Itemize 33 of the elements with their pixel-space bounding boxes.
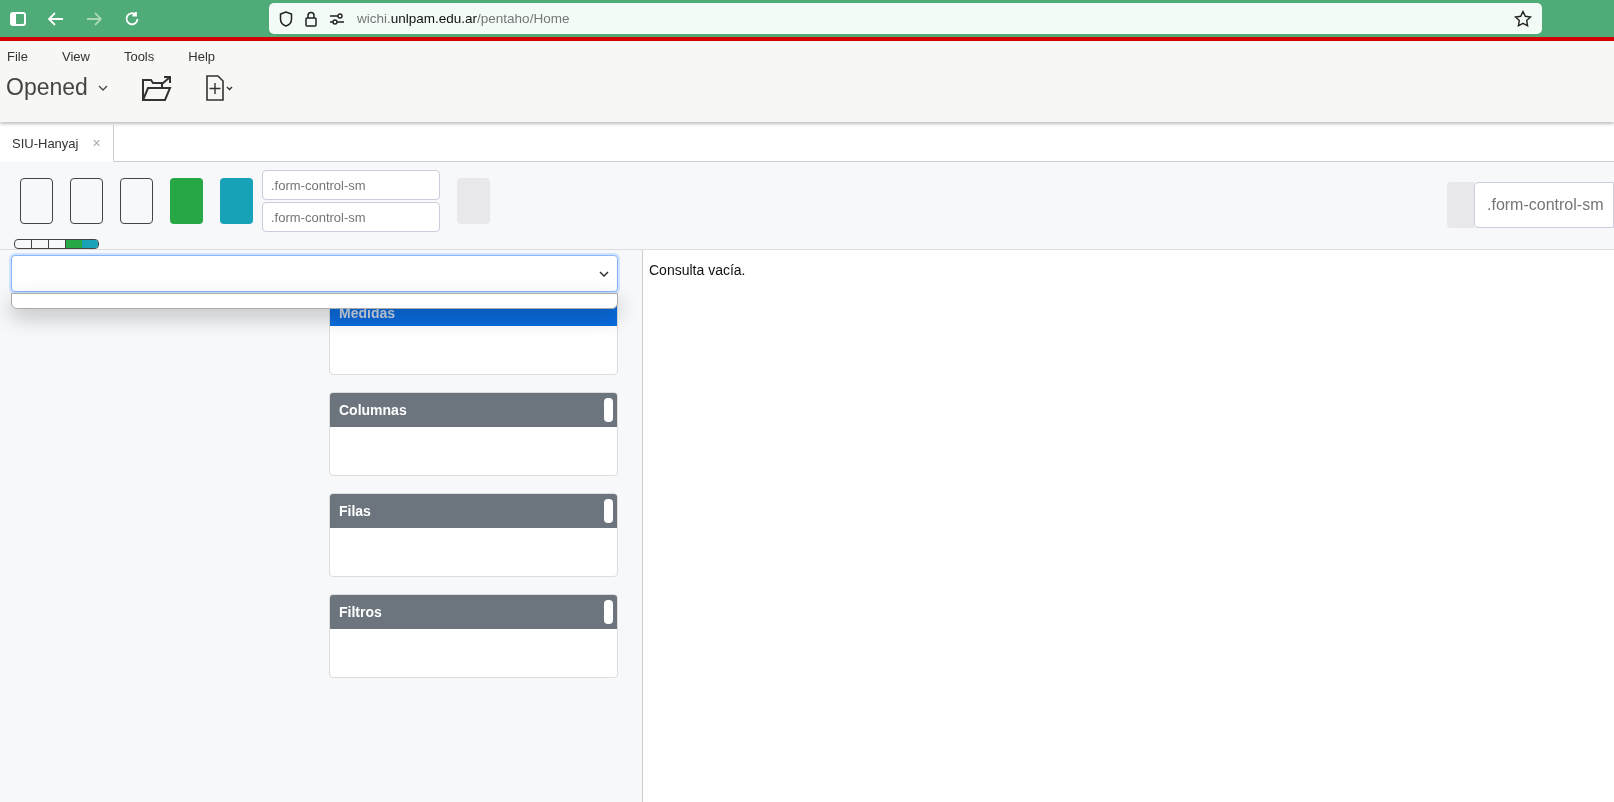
chevron-down-icon <box>599 270 609 277</box>
sliders-icon[interactable] <box>329 12 345 25</box>
shield-icon[interactable] <box>279 10 293 27</box>
panel-title: Filtros <box>339 604 382 620</box>
sidebar-icon[interactable] <box>10 11 26 26</box>
cube-select[interactable] <box>11 255 618 292</box>
folder-open-icon[interactable] <box>141 74 172 101</box>
toolbar-button[interactable] <box>70 178 103 224</box>
menu-item[interactable]: Help <box>188 49 215 64</box>
reload-icon[interactable] <box>124 10 140 27</box>
perspective-dropdown[interactable]: Opened <box>6 74 108 101</box>
new-file-icon[interactable] <box>205 74 234 101</box>
menu-item[interactable]: File <box>7 49 28 64</box>
panel-title: Filas <box>339 503 371 519</box>
input-field[interactable]: .form-control-sm <box>262 202 440 232</box>
input-field[interactable]: .form-control-sm <box>262 170 440 200</box>
star-icon[interactable] <box>1514 9 1532 28</box>
forward-icon[interactable] <box>86 11 102 26</box>
chevron-down-icon <box>97 84 108 91</box>
address-bar[interactable]: wichi.unlpam.edu.ar/pentaho/Home <box>269 3 1542 34</box>
toggle-button[interactable] <box>604 600 613 624</box>
back-icon[interactable] <box>48 11 64 26</box>
tab[interactable]: SIU-Hanyaj × <box>0 125 114 162</box>
menu-item[interactable]: View <box>61 49 90 64</box>
toggle-button[interactable] <box>604 499 613 523</box>
input-field[interactable]: .form-control-sm <box>1474 182 1614 228</box>
toolbar-button[interactable] <box>20 178 53 224</box>
empty-query-message: Consulta vacía. <box>649 262 746 278</box>
menu-item[interactable]: Tools <box>123 49 155 64</box>
toggle-button[interactable] <box>604 398 613 422</box>
lock-icon[interactable] <box>305 10 317 27</box>
panel-title: Columnas <box>339 402 407 418</box>
toolbar-button[interactable] <box>120 178 153 224</box>
